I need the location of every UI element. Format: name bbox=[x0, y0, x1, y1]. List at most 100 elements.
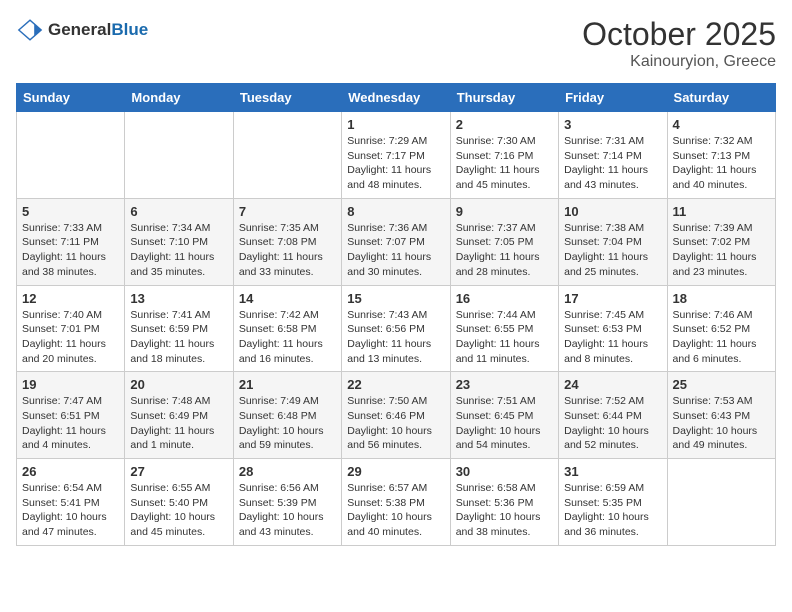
day-number: 28 bbox=[239, 464, 336, 479]
day-number: 15 bbox=[347, 291, 444, 306]
calendar-cell: 18Sunrise: 7:46 AM Sunset: 6:52 PM Dayli… bbox=[667, 285, 775, 372]
day-number: 8 bbox=[347, 204, 444, 219]
day-info: Sunrise: 7:48 AM Sunset: 6:49 PM Dayligh… bbox=[130, 394, 227, 453]
day-number: 27 bbox=[130, 464, 227, 479]
day-number: 3 bbox=[564, 117, 661, 132]
day-info: Sunrise: 7:43 AM Sunset: 6:56 PM Dayligh… bbox=[347, 308, 444, 367]
weekday-header-wednesday: Wednesday bbox=[342, 84, 450, 112]
calendar-cell: 27Sunrise: 6:55 AM Sunset: 5:40 PM Dayli… bbox=[125, 459, 233, 546]
day-number: 19 bbox=[22, 377, 119, 392]
day-info: Sunrise: 7:33 AM Sunset: 7:11 PM Dayligh… bbox=[22, 221, 119, 280]
day-info: Sunrise: 7:39 AM Sunset: 7:02 PM Dayligh… bbox=[673, 221, 770, 280]
day-number: 20 bbox=[130, 377, 227, 392]
calendar-cell: 4 Sunrise: 7:32 AM Sunset: 7:13 PM Daylig… bbox=[667, 112, 775, 199]
calendar-cell bbox=[125, 112, 233, 199]
calendar-cell: 16Sunrise: 7:44 AM Sunset: 6:55 PM Dayli… bbox=[450, 285, 558, 372]
calendar-cell: 15 Sunrise: 7:43 AM Sunset: 6:56 PM Dayli… bbox=[342, 285, 450, 372]
calendar-cell: 20 Sunrise: 7:48 AM Sunset: 6:49 PM Dayli… bbox=[125, 372, 233, 459]
day-number: 10 bbox=[564, 204, 661, 219]
day-info: Sunrise: 6:57 AM Sunset: 5:38 PM Dayligh… bbox=[347, 481, 444, 540]
calendar-cell: 7 Sunrise: 7:35 AM Sunset: 7:08 PM Daylig… bbox=[233, 198, 341, 285]
day-info: Sunrise: 7:49 AM Sunset: 6:48 PM Dayligh… bbox=[239, 394, 336, 453]
month-title: October 2025 bbox=[582, 16, 776, 53]
week-row-5: 26Sunrise: 6:54 AM Sunset: 5:41 PM Dayli… bbox=[17, 459, 776, 546]
day-number: 25 bbox=[673, 377, 770, 392]
day-info: Sunrise: 6:58 AM Sunset: 5:36 PM Dayligh… bbox=[456, 481, 553, 540]
day-number: 12 bbox=[22, 291, 119, 306]
title-block: October 2025 Kainouryion, Greece bbox=[582, 16, 776, 71]
day-info: Sunrise: 7:29 AM Sunset: 7:17 PM Dayligh… bbox=[347, 134, 444, 193]
day-info: Sunrise: 7:30 AM Sunset: 7:16 PM Dayligh… bbox=[456, 134, 553, 193]
day-info: Sunrise: 7:34 AM Sunset: 7:10 PM Dayligh… bbox=[130, 221, 227, 280]
day-info: Sunrise: 7:35 AM Sunset: 7:08 PM Dayligh… bbox=[239, 221, 336, 280]
calendar-cell: 24Sunrise: 7:52 AM Sunset: 6:44 PM Dayli… bbox=[559, 372, 667, 459]
day-info: Sunrise: 7:51 AM Sunset: 6:45 PM Dayligh… bbox=[456, 394, 553, 453]
day-info: Sunrise: 7:47 AM Sunset: 6:51 PM Dayligh… bbox=[22, 394, 119, 453]
day-number: 31 bbox=[564, 464, 661, 479]
day-number: 5 bbox=[22, 204, 119, 219]
calendar-cell bbox=[667, 459, 775, 546]
calendar-cell: 11 Sunrise: 7:39 AM Sunset: 7:02 PM Dayli… bbox=[667, 198, 775, 285]
week-row-1: 1 Sunrise: 7:29 AM Sunset: 7:17 PM Daylig… bbox=[17, 112, 776, 199]
calendar-cell: 13Sunrise: 7:41 AM Sunset: 6:59 PM Dayli… bbox=[125, 285, 233, 372]
logo-icon bbox=[16, 16, 44, 44]
calendar-table: SundayMondayTuesdayWednesdayThursdayFrid… bbox=[16, 83, 776, 546]
day-info: Sunrise: 7:50 AM Sunset: 6:46 PM Dayligh… bbox=[347, 394, 444, 453]
weekday-header-friday: Friday bbox=[559, 84, 667, 112]
calendar-cell bbox=[233, 112, 341, 199]
day-number: 4 bbox=[673, 117, 770, 132]
day-number: 30 bbox=[456, 464, 553, 479]
day-number: 7 bbox=[239, 204, 336, 219]
day-number: 1 bbox=[347, 117, 444, 132]
day-number: 13 bbox=[130, 291, 227, 306]
calendar-cell: 12Sunrise: 7:40 AM Sunset: 7:01 PM Dayli… bbox=[17, 285, 125, 372]
calendar-cell: 29 Sunrise: 6:57 AM Sunset: 5:38 PM Dayli… bbox=[342, 459, 450, 546]
weekday-header-thursday: Thursday bbox=[450, 84, 558, 112]
day-info: Sunrise: 7:45 AM Sunset: 6:53 PM Dayligh… bbox=[564, 308, 661, 367]
page-header: GeneralBlue October 2025 Kainouryion, Gr… bbox=[16, 16, 776, 71]
day-info: Sunrise: 7:37 AM Sunset: 7:05 PM Dayligh… bbox=[456, 221, 553, 280]
location-title: Kainouryion, Greece bbox=[582, 53, 776, 71]
day-number: 22 bbox=[347, 377, 444, 392]
calendar-cell: 3 Sunrise: 7:31 AM Sunset: 7:14 PM Daylig… bbox=[559, 112, 667, 199]
logo-blue: Blue bbox=[111, 20, 148, 39]
day-number: 11 bbox=[673, 204, 770, 219]
weekday-header-sunday: Sunday bbox=[17, 84, 125, 112]
day-info: Sunrise: 6:54 AM Sunset: 5:41 PM Dayligh… bbox=[22, 481, 119, 540]
calendar-cell: 14Sunrise: 7:42 AM Sunset: 6:58 PM Dayli… bbox=[233, 285, 341, 372]
calendar-cell: 21 Sunrise: 7:49 AM Sunset: 6:48 PM Dayli… bbox=[233, 372, 341, 459]
weekday-header-monday: Monday bbox=[125, 84, 233, 112]
week-row-3: 12Sunrise: 7:40 AM Sunset: 7:01 PM Dayli… bbox=[17, 285, 776, 372]
day-number: 9 bbox=[456, 204, 553, 219]
week-row-2: 5 Sunrise: 7:33 AM Sunset: 7:11 PM Daylig… bbox=[17, 198, 776, 285]
calendar-cell: 9 Sunrise: 7:37 AM Sunset: 7:05 PM Daylig… bbox=[450, 198, 558, 285]
day-info: Sunrise: 7:38 AM Sunset: 7:04 PM Dayligh… bbox=[564, 221, 661, 280]
logo-general: General bbox=[48, 20, 111, 39]
calendar-cell: 28 Sunrise: 6:56 AM Sunset: 5:39 PM Dayli… bbox=[233, 459, 341, 546]
day-info: Sunrise: 7:32 AM Sunset: 7:13 PM Dayligh… bbox=[673, 134, 770, 193]
calendar-cell: 2 Sunrise: 7:30 AM Sunset: 7:16 PM Daylig… bbox=[450, 112, 558, 199]
calendar-cell: 23Sunrise: 7:51 AM Sunset: 6:45 PM Dayli… bbox=[450, 372, 558, 459]
calendar-cell: 22 Sunrise: 7:50 AM Sunset: 6:46 PM Dayli… bbox=[342, 372, 450, 459]
day-info: Sunrise: 7:31 AM Sunset: 7:14 PM Dayligh… bbox=[564, 134, 661, 193]
day-info: Sunrise: 6:56 AM Sunset: 5:39 PM Dayligh… bbox=[239, 481, 336, 540]
calendar-cell: 30 Sunrise: 6:58 AM Sunset: 5:36 PM Dayli… bbox=[450, 459, 558, 546]
calendar-cell: 1 Sunrise: 7:29 AM Sunset: 7:17 PM Daylig… bbox=[342, 112, 450, 199]
day-info: Sunrise: 7:42 AM Sunset: 6:58 PM Dayligh… bbox=[239, 308, 336, 367]
day-number: 29 bbox=[347, 464, 444, 479]
calendar-cell: 26Sunrise: 6:54 AM Sunset: 5:41 PM Dayli… bbox=[17, 459, 125, 546]
day-number: 18 bbox=[673, 291, 770, 306]
weekday-header-tuesday: Tuesday bbox=[233, 84, 341, 112]
day-number: 16 bbox=[456, 291, 553, 306]
day-info: Sunrise: 7:52 AM Sunset: 6:44 PM Dayligh… bbox=[564, 394, 661, 453]
day-number: 2 bbox=[456, 117, 553, 132]
day-info: Sunrise: 6:59 AM Sunset: 5:35 PM Dayligh… bbox=[564, 481, 661, 540]
calendar-cell: 19 Sunrise: 7:47 AM Sunset: 6:51 PM Dayli… bbox=[17, 372, 125, 459]
day-info: Sunrise: 7:53 AM Sunset: 6:43 PM Dayligh… bbox=[673, 394, 770, 453]
week-row-4: 19 Sunrise: 7:47 AM Sunset: 6:51 PM Dayli… bbox=[17, 372, 776, 459]
calendar-cell: 31 Sunrise: 6:59 AM Sunset: 5:35 PM Dayli… bbox=[559, 459, 667, 546]
day-number: 21 bbox=[239, 377, 336, 392]
calendar-cell: 17Sunrise: 7:45 AM Sunset: 6:53 PM Dayli… bbox=[559, 285, 667, 372]
calendar-cell: 5 Sunrise: 7:33 AM Sunset: 7:11 PM Daylig… bbox=[17, 198, 125, 285]
day-info: Sunrise: 7:36 AM Sunset: 7:07 PM Dayligh… bbox=[347, 221, 444, 280]
